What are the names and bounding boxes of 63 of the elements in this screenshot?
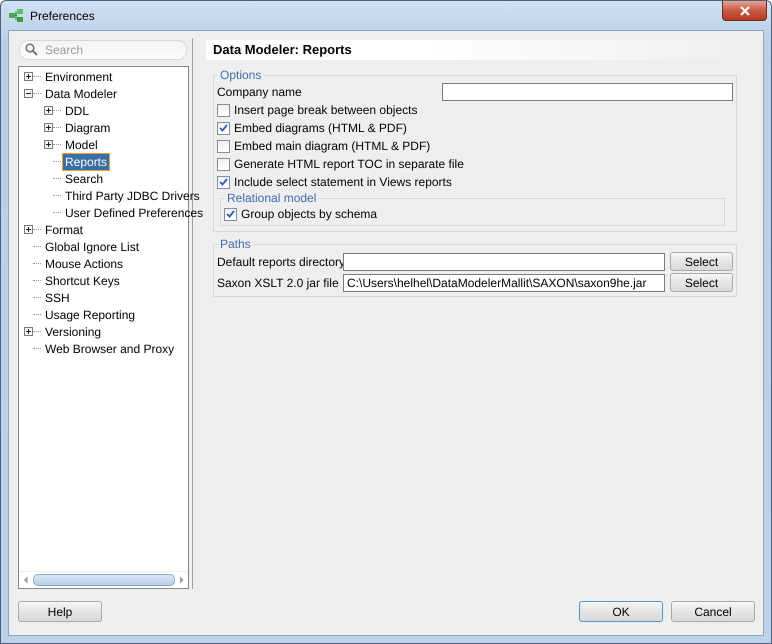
tree-item[interactable]: Environment [42, 68, 116, 86]
checkbox[interactable] [217, 122, 230, 134]
tree-item[interactable]: Data Modeler [42, 84, 120, 102]
field-label: Default reports directory [217, 254, 341, 268]
path-field[interactable]: C:\Users\helhel\DataModelerMallit\SAXON\saxon9he.jar [343, 274, 665, 292]
close-icon [738, 6, 750, 16]
field-label: Saxon XSLT 2.0 jar file [217, 276, 340, 290]
search-field[interactable]: Search [19, 40, 187, 60]
tree-item[interactable]: Global Ignore List [42, 238, 142, 256]
tree-item[interactable]: Reports [62, 152, 110, 170]
checkbox-label: Generate HTML report TOC in separate file [234, 157, 464, 171]
tree-item[interactable]: Web Browser and Proxy [42, 340, 178, 358]
tree-item[interactable]: Versioning [42, 322, 104, 340]
help-button[interactable]: Help [18, 601, 102, 622]
expand-icon[interactable] [24, 72, 33, 81]
group-title: Relational model [226, 191, 318, 205]
expand-icon[interactable] [24, 327, 33, 336]
dialog-button[interactable]: OK [579, 601, 663, 622]
checkbox-label: Include select statement in Views reports [234, 175, 452, 189]
scroll-right-icon [178, 576, 184, 584]
app-icon [8, 8, 24, 24]
dialog-button[interactable]: Cancel [671, 601, 755, 622]
scrollbar-thumb[interactable] [32, 574, 174, 586]
checkbox-label: Group objects by schema [241, 207, 378, 221]
tree-item[interactable]: Mouse Actions [42, 254, 126, 272]
checkbox[interactable] [217, 140, 230, 152]
window-title: Preferences [30, 8, 96, 22]
collapse-icon[interactable] [24, 89, 33, 98]
check-icon [219, 124, 228, 132]
horizontal-scrollbar[interactable] [19, 571, 188, 588]
field-label: Company name [217, 84, 303, 98]
checkbox-label: Insert page break between objects [234, 103, 418, 117]
group-title: Paths [219, 237, 252, 251]
select-button[interactable]: Select [670, 273, 733, 292]
scroll-left-icon [23, 576, 28, 584]
path-field[interactable] [343, 252, 665, 270]
checkbox[interactable] [217, 158, 230, 170]
tree-item[interactable]: Search [62, 170, 106, 188]
expand-icon[interactable] [44, 123, 53, 132]
checkbox[interactable] [217, 104, 230, 116]
checkbox-label: Embed main diagram (HTML & PDF) [234, 139, 430, 153]
tree-item[interactable]: User Defined Preferences [62, 204, 206, 222]
tree-item[interactable]: DDL [62, 102, 92, 120]
tree-item[interactable]: Model [62, 136, 101, 154]
tree-item[interactable]: Format [42, 220, 86, 238]
select-button[interactable]: Select [670, 252, 733, 271]
checkbox[interactable] [217, 176, 230, 188]
tree-item[interactable]: SSH [42, 288, 73, 306]
expand-icon[interactable] [44, 140, 53, 149]
checkbox[interactable] [224, 208, 237, 220]
checkbox-label: Embed diagrams (HTML & PDF) [234, 121, 407, 135]
tree-item[interactable]: Shortcut Keys [42, 272, 123, 290]
expand-icon[interactable] [24, 225, 33, 234]
text-field[interactable] [442, 82, 733, 100]
tree-item[interactable]: Diagram [62, 118, 114, 136]
close-button[interactable] [722, 1, 767, 21]
search-icon [25, 43, 38, 56]
check-icon [219, 178, 228, 186]
tree-item[interactable]: Third Party JDBC Drivers [62, 186, 203, 204]
check-icon [226, 210, 235, 218]
group-title: Options [219, 68, 262, 82]
tree-item[interactable]: Usage Reporting [42, 306, 138, 324]
expand-icon[interactable] [44, 106, 53, 115]
